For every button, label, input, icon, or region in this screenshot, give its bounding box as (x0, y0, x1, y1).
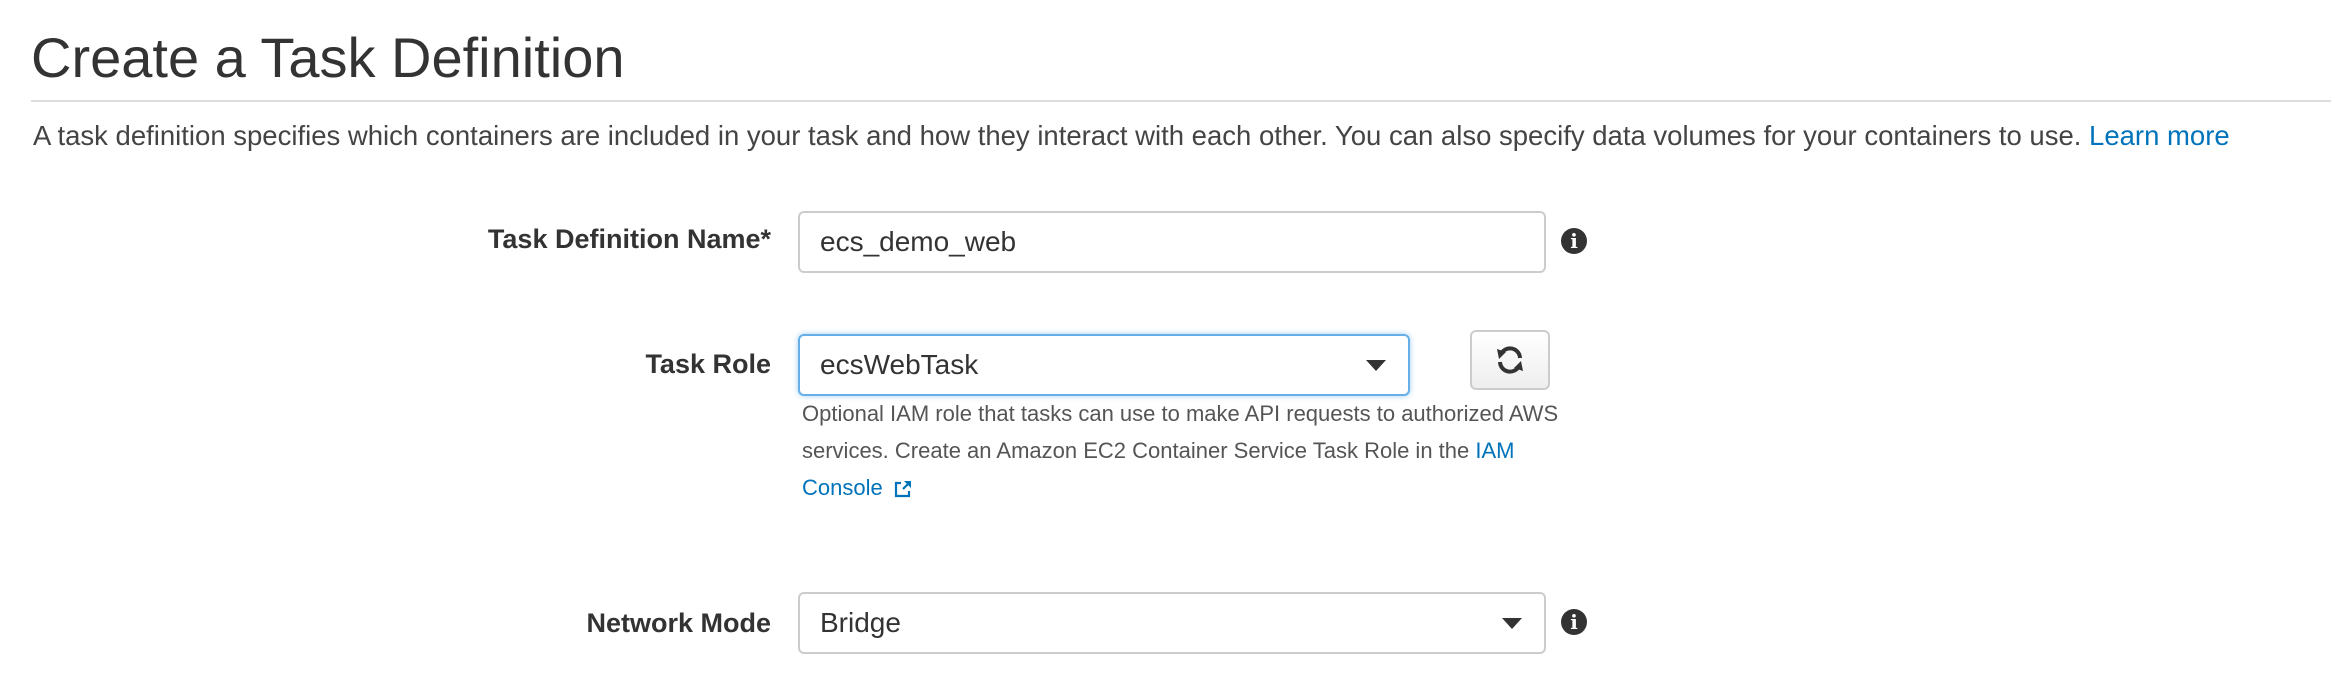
external-link-icon (894, 481, 911, 498)
task-role-help-body: Optional IAM role that tasks can use to … (802, 401, 1559, 463)
page-description: A task definition specifies which contai… (33, 118, 2230, 154)
refresh-button[interactable] (1470, 330, 1550, 390)
task-role-select[interactable]: ecsWebTask (798, 334, 1410, 396)
description-text: A task definition specifies which contai… (33, 120, 2082, 151)
caret-down-icon (1502, 618, 1522, 629)
caret-down-icon (1366, 360, 1386, 371)
network-mode-value: Bridge (820, 607, 901, 638)
network-mode-label: Network Mode (586, 608, 771, 638)
info-icon[interactable]: i (1561, 609, 1587, 635)
refresh-icon (1497, 346, 1523, 374)
task-role-label: Task Role (645, 349, 771, 379)
task-role-help-text: Optional IAM role that tasks can use to … (802, 395, 1562, 506)
page-title: Create a Task Definition (31, 26, 625, 89)
task-definition-name-input[interactable]: ecs_demo_web (798, 211, 1546, 273)
info-icon[interactable]: i (1561, 228, 1587, 254)
task-definition-name-value: ecs_demo_web (820, 226, 1017, 257)
create-task-definition-page: Create a Task Definition A task definiti… (0, 0, 2336, 690)
title-divider (31, 100, 2331, 102)
learn-more-link[interactable]: Learn more (2089, 120, 2230, 151)
task-definition-name-label: Task Definition Name* (487, 224, 771, 254)
network-mode-select[interactable]: Bridge (798, 592, 1546, 654)
task-role-value: ecsWebTask (820, 349, 979, 380)
